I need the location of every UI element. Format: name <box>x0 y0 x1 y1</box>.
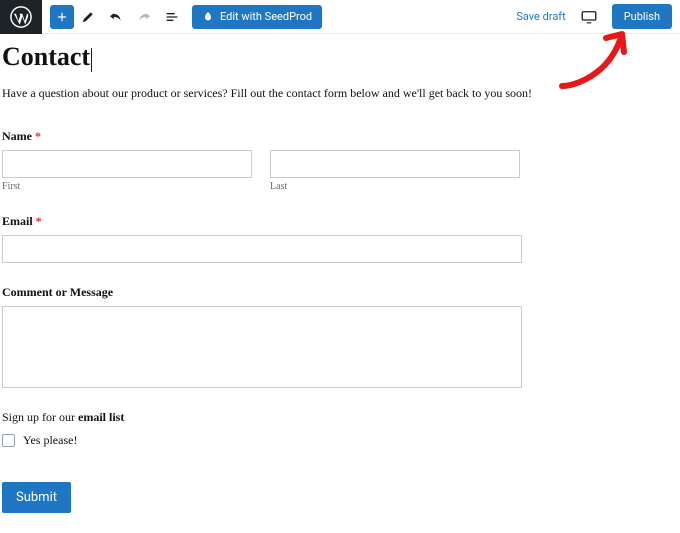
publish-button[interactable]: Publish <box>612 4 672 29</box>
signup-label: Sign up for our email list <box>2 410 678 425</box>
email-label: Email * <box>2 214 522 229</box>
first-name-sublabel: First <box>2 181 252 192</box>
desktop-icon <box>580 8 598 26</box>
intro-paragraph[interactable]: Have a question about our product or ser… <box>2 86 678 101</box>
required-mark: * <box>35 129 41 143</box>
editor-content: Contact Have a question about our produc… <box>0 34 680 513</box>
plus-icon <box>55 10 69 24</box>
edit-seedprod-button[interactable]: Edit with SeedProd <box>192 5 322 29</box>
seedprod-icon <box>202 11 214 23</box>
document-overview-button[interactable] <box>158 3 186 31</box>
save-draft-link[interactable]: Save draft <box>516 10 565 23</box>
signup-checkbox[interactable] <box>2 434 15 447</box>
email-input[interactable] <box>2 235 522 263</box>
undo-icon <box>107 8 125 26</box>
wordpress-logo[interactable] <box>0 0 42 34</box>
submit-button[interactable]: Submit <box>2 482 71 513</box>
pencil-icon <box>80 9 96 25</box>
signup-option-row[interactable]: Yes please! <box>2 433 678 448</box>
edit-seedprod-label: Edit with SeedProd <box>220 10 312 23</box>
undo-button[interactable] <box>102 3 130 31</box>
topbar-right: Save draft Publish <box>516 4 680 29</box>
comment-textarea[interactable] <box>2 306 522 388</box>
editor-top-bar: Edit with SeedProd Save draft Publish <box>0 0 680 34</box>
redo-icon <box>135 8 153 26</box>
wordpress-icon <box>10 6 32 28</box>
comment-label: Comment or Message <box>2 285 522 300</box>
comment-field-section: Comment or Message <box>2 285 522 388</box>
list-icon <box>164 9 180 25</box>
text-cursor <box>91 48 92 72</box>
signup-option-label: Yes please! <box>23 433 77 448</box>
edit-tool-button[interactable] <box>74 3 102 31</box>
first-name-input[interactable] <box>2 150 252 178</box>
last-name-input[interactable] <box>270 150 520 178</box>
preview-button[interactable] <box>580 8 598 26</box>
page-title[interactable]: Contact <box>2 42 92 72</box>
name-field-section: Name * First Last <box>2 129 522 192</box>
email-field-section: Email * <box>2 214 522 263</box>
redo-button[interactable] <box>130 3 158 31</box>
last-name-sublabel: Last <box>270 181 520 192</box>
required-mark: * <box>36 214 42 228</box>
name-label: Name * <box>2 129 522 144</box>
add-block-button[interactable] <box>50 5 74 29</box>
